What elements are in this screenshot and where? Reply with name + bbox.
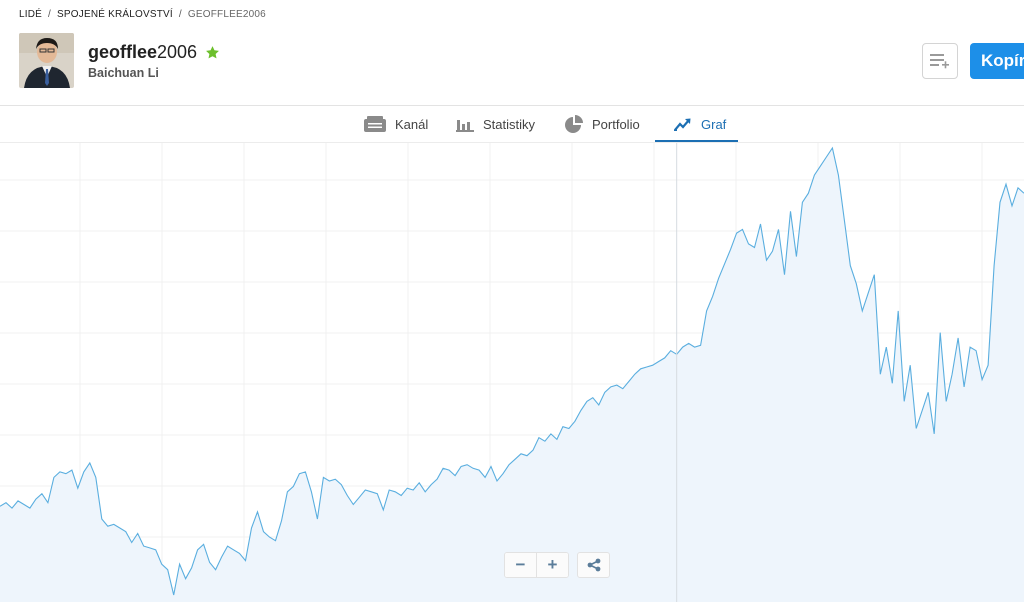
chart-controls: − + xyxy=(504,552,610,578)
avatar-image xyxy=(19,33,74,88)
chart-svg[interactable] xyxy=(0,143,1024,602)
add-to-list-button[interactable] xyxy=(922,43,958,79)
tab-statistics[interactable]: Statistiky xyxy=(456,106,535,142)
tab-portfolio[interactable]: Portfolio xyxy=(565,106,640,142)
copy-button[interactable]: Kopír xyxy=(970,43,1024,79)
breadcrumb-item-people[interactable]: LIDÉ xyxy=(19,9,42,20)
real-name: Baichuan Li xyxy=(88,66,159,80)
list-add-icon xyxy=(930,54,949,69)
chart-area-fill xyxy=(0,148,1024,602)
username-rest-part: 2006 xyxy=(157,42,198,62)
tab-statistics-label: Statistiky xyxy=(483,116,536,132)
zoom-out-button[interactable]: − xyxy=(505,553,536,577)
feed-icon xyxy=(364,116,386,132)
username: geofflee2006 xyxy=(88,42,220,63)
zoom-group: − + xyxy=(504,552,569,578)
share-button[interactable] xyxy=(577,552,610,578)
star-icon xyxy=(206,46,219,59)
trend-icon xyxy=(674,118,691,131)
zoom-in-button[interactable]: + xyxy=(536,553,568,577)
bar-chart-icon xyxy=(456,120,474,132)
breadcrumb-item-country[interactable]: SPOJENÉ KRÁLOVSTVÍ xyxy=(57,9,173,20)
breadcrumb-item-current: GEOFFLEE2006 xyxy=(187,9,266,20)
username-bold-part: geofflee xyxy=(88,42,158,62)
share-icon xyxy=(587,558,600,572)
tab-portfolio-label: Portfolio xyxy=(592,116,640,132)
pie-chart-icon xyxy=(565,115,583,133)
breadcrumb-separator: / xyxy=(48,9,52,20)
tab-bar: Kanál Statistiky Portfolio Graf xyxy=(0,106,1024,143)
tab-chart-label: Graf xyxy=(701,116,727,132)
performance-chart[interactable] xyxy=(0,143,1024,602)
tab-chart[interactable]: Graf xyxy=(674,106,726,142)
breadcrumb-separator: / xyxy=(178,9,182,20)
tab-feed[interactable]: Kanál xyxy=(364,106,428,142)
breadcrumb: LIDÉ / SPOJENÉ KRÁLOVSTVÍ / GEOFFLEE2006 xyxy=(19,9,266,20)
avatar[interactable] xyxy=(19,33,74,88)
tab-feed-label: Kanál xyxy=(395,116,429,132)
